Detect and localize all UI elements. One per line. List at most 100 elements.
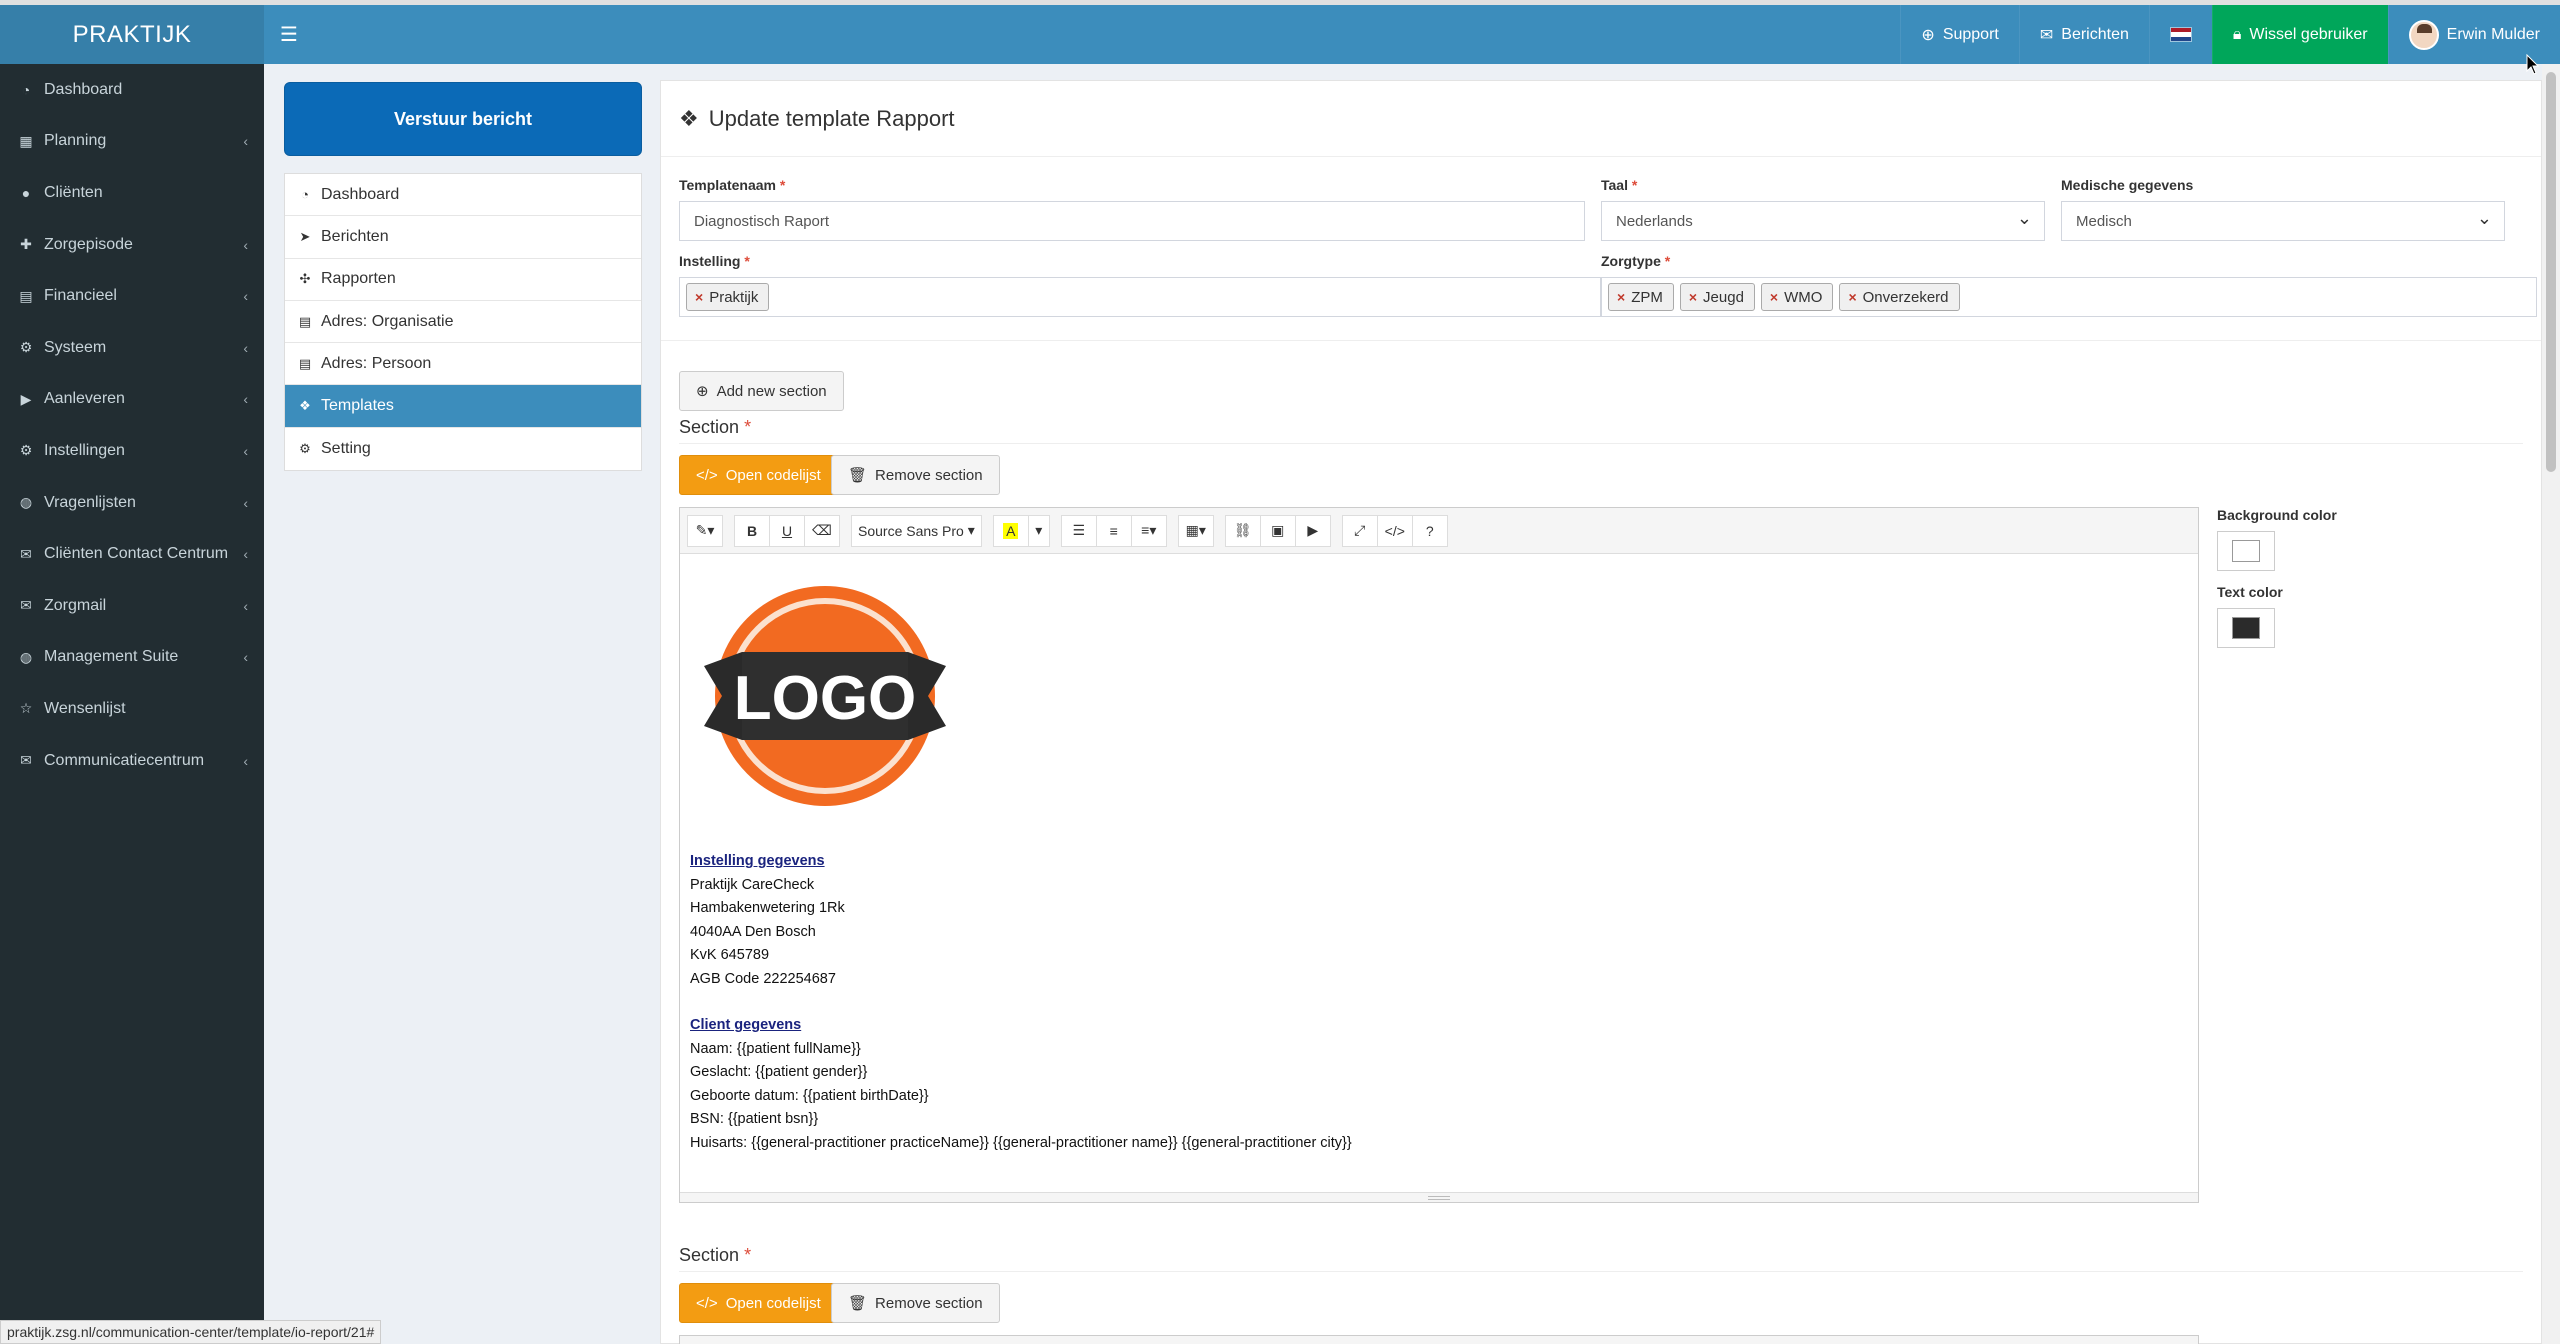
subnav-item-berichten[interactable]: ➤ Berichten [285,216,641,259]
help-icon[interactable]: ? [1411,514,1448,547]
open-codelijst-label-2: Open codelijst [725,1294,821,1312]
remove-tag-icon[interactable]: × [1848,289,1856,305]
globe-icon: ◍ [19,648,33,665]
editor-line: BSN: {{patient bsn}} [690,1111,819,1127]
subnav-item-dashboard[interactable]: ◔ Dashboard [285,174,641,217]
underline-button[interactable]: U [769,514,805,547]
support-link[interactable]: ⊕ Support [1900,5,2018,64]
cubes-icon: ❖ [299,398,311,414]
subnav-item-label: Rapporten [321,270,396,288]
instelling-details: Praktijk CareCheck Hambakenwetering 1Rk 40… [690,874,2188,992]
editor-line: Geslacht: {{patient gender}} [690,1064,868,1080]
video-icon[interactable]: ▶ [1294,514,1331,547]
berichten-link[interactable]: ✉ Berichten [2018,5,2149,64]
switch-user-button[interactable]: 🔒︎ Wissel gebruiker [2211,5,2388,64]
sidebar-item-zorgmail[interactable]: ✉ Zorgmail ‹ [0,580,264,632]
scrollbar-thumb[interactable] [2546,72,2556,472]
templatenaam-input[interactable]: Diagnostisch Raport [679,201,1585,241]
tag-label: ZPM [1631,288,1663,306]
brand-logo[interactable]: PRAKTIJK [0,0,264,64]
subnav-item-adres-persoon[interactable]: ▤ Adres: Persoon [285,343,641,386]
brand-text: PRAKTIJK [72,20,192,48]
editor-line: Praktijk CareCheck [690,876,815,893]
book-icon: ▤ [19,287,33,304]
sidebar-item-management-suite[interactable]: ◍ Management Suite ‹ [0,632,264,684]
sidebar-item-wensenlijst[interactable]: ☆ Wensenlijst [0,683,264,735]
chevron-left-icon: ‹ [243,236,248,253]
subnav-item-rapporten[interactable]: ✣ Rapporten [285,259,641,301]
sidebar-item-instellingen[interactable]: ⚙ Instellingen ‹ [0,425,264,477]
sidebar-item-label: Zorgmail [44,596,107,614]
background-color-picker[interactable] [2217,531,2275,571]
rich-text-editor[interactable]: ✎▾ B U ⌫ Source Sans Pro ▾ A ▾ ☰ ≡ ≡▾ ▦▾… [679,507,2199,1203]
color-dropdown-icon[interactable]: ▾ [1027,514,1050,547]
sidebar-item-cli-nten-contact-centrum[interactable]: ✉ Cliënten Contact Centrum ‹ [0,528,264,580]
magic-style-icon[interactable]: ✎▾ [687,514,723,547]
remove-section-button[interactable]: 🗑︎ Remove section [831,455,1000,495]
tag-chip[interactable]: × Jeugd [1679,283,1755,311]
tag-chip[interactable]: × Praktijk [686,283,770,311]
panel-header: ❖ Update template Rapport [661,81,2541,157]
text-color-picker[interactable] [2217,608,2275,648]
sidebar-item-financieel[interactable]: ▤ Financieel ‹ [0,270,264,322]
remove-tag-icon[interactable]: × [695,289,703,305]
table-icon[interactable]: ▦▾ [1177,514,1214,547]
templatenaam-label: Templatenaam * [679,177,786,193]
cogs-icon: ⚙ [299,440,311,456]
sidebar-item-systeem[interactable]: ⚙ Systeem ‹ [0,322,264,374]
subnav-item-label: Adres: Organisatie [321,312,454,330]
send-message-button[interactable]: Verstuur bericht [284,82,642,156]
sidebar-item-zorgepisode[interactable]: ✚ Zorgepisode ‹ [0,219,264,271]
taal-select[interactable]: Nederlands [1601,201,2045,241]
editor-body[interactable]: LOGO Instelling gegevens Praktijk CareCh… [680,554,2198,1171]
subnav-item-adres-organisatie[interactable]: ▤ Adres: Organisatie [285,301,641,344]
zorgtype-multiselect[interactable]: × ZPM × Jeugd × WMO × Onverzekerd [1601,277,2537,317]
page-scrollbar[interactable] [2542,64,2560,1344]
link-icon[interactable]: ⛓ [1224,514,1261,547]
sidebar-item-aanleveren[interactable]: ▶ Aanleveren ‹ [0,374,264,426]
envelope-icon: ✉ [20,545,32,562]
align-dropdown-icon[interactable]: ≡▾ [1130,514,1167,547]
numbered-list-icon[interactable]: ≡ [1095,514,1132,547]
menu-toggle-icon[interactable]: ☰ [264,5,314,64]
bold-button[interactable]: B [734,514,770,547]
editor-resize-handle[interactable] [680,1192,2198,1202]
sidebar-item-cli-nten[interactable]: ● Cliënten [0,167,264,219]
code-view-icon[interactable]: </> [1376,514,1413,547]
subnav-item-templates[interactable]: ❖ Templates [285,385,641,428]
client-details: Naam: {{patient fullName}} Geslacht: {{pa… [690,1038,2188,1156]
remove-section-button-2[interactable]: 🗑︎ Remove section [831,1283,1000,1323]
sidebar-item-planning[interactable]: ▦ Planning ‹ [0,116,264,168]
text-color-swatch [2232,617,2260,639]
font-family-dropdown[interactable]: Source Sans Pro ▾ [851,514,982,547]
remove-tag-icon[interactable]: × [1617,289,1625,305]
highlight-color-button[interactable]: A [992,514,1029,547]
remove-tag-icon[interactable]: × [1689,289,1697,305]
tag-chip[interactable]: × ZPM [1608,283,1674,311]
sidebar-item-dashboard[interactable]: ◔ Dashboard [0,64,264,116]
sidebar-item-vragenlijsten[interactable]: ◍ Vragenlijsten ‹ [0,477,264,529]
medische-select[interactable]: Medisch [2061,201,2505,241]
image-icon[interactable]: ▣ [1259,514,1296,547]
tag-chip[interactable]: × Onverzekerd [1839,283,1960,311]
fullscreen-icon[interactable]: ⤢ [1341,514,1378,547]
open-codelijst-button-2[interactable]: </> Open codelijst [679,1283,838,1323]
add-section-button[interactable]: ⊕ Add new section [679,371,844,411]
rich-text-editor-2[interactable] [679,1335,2199,1344]
sidebar-item-label: Financieel [44,287,117,305]
instelling-multiselect[interactable]: × Praktijk [679,277,1601,317]
book-icon: ▤ [298,355,312,371]
sidebar-item-communicatiecentrum[interactable]: ✉ Communicatiecentrum ‹ [0,735,264,787]
subnav-item-setting[interactable]: ⚙ Setting [285,428,641,470]
star-icon: ☆ [19,700,33,717]
envelope-icon: ✉ [20,597,32,614]
code-icon: </> [696,1294,718,1312]
eraser-icon[interactable]: ⌫ [804,514,840,547]
open-codelijst-button[interactable]: </> Open codelijst [679,455,838,495]
language-selector[interactable] [2148,5,2212,64]
remove-tag-icon[interactable]: × [1770,289,1778,305]
tag-chip[interactable]: × WMO [1760,283,1834,311]
globe-icon: ◍ [19,494,33,511]
subnav-item-label: Dashboard [321,185,400,203]
bullet-list-icon[interactable]: ☰ [1060,514,1097,547]
